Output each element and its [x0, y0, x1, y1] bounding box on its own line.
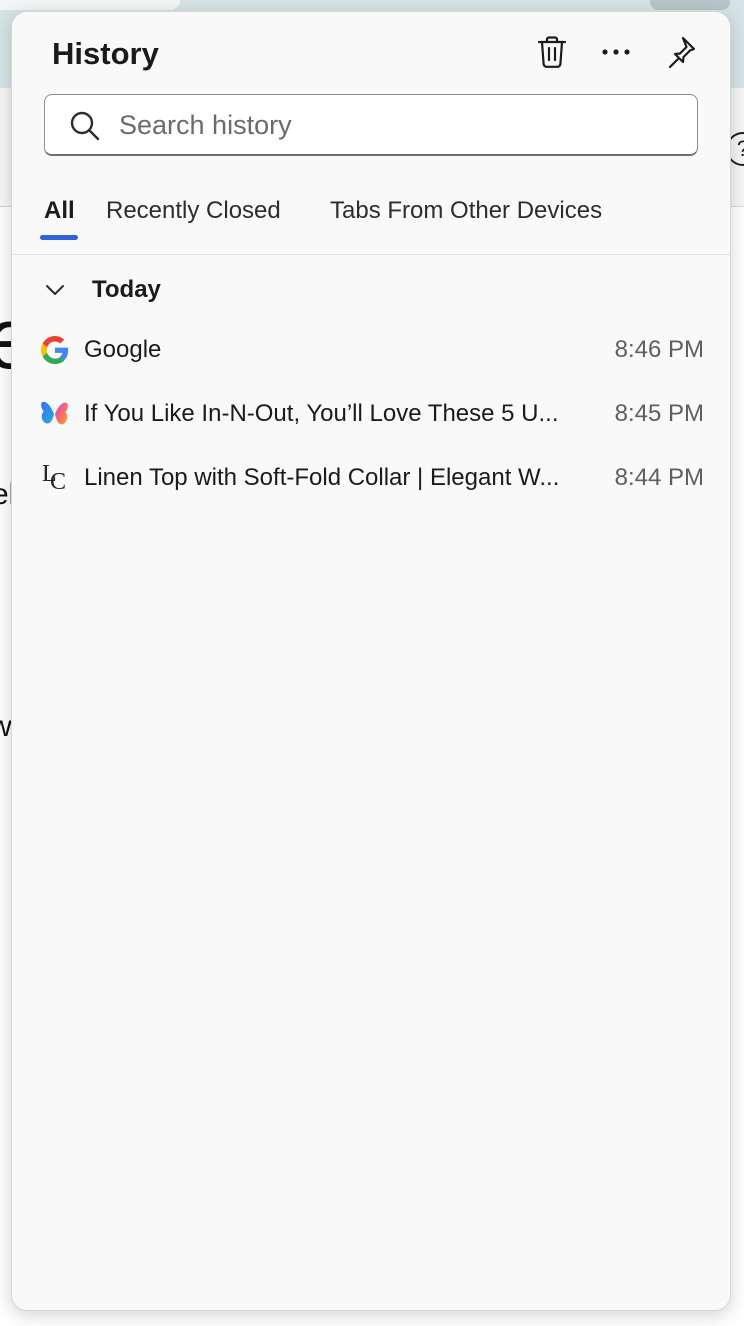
- background-page-text-fragment: w: [0, 710, 12, 743]
- browser-tab[interactable]: [650, 0, 730, 10]
- panel-title: History: [52, 36, 159, 71]
- google-icon: [40, 335, 70, 365]
- history-panel: History All Recently Closed Tabs From Ot…: [11, 11, 731, 1311]
- selected-tab-indicator: [40, 235, 78, 240]
- more-options-icon: [602, 49, 630, 55]
- tab-recently-closed[interactable]: Recently Closed: [106, 196, 281, 226]
- butterfly-icon: [40, 399, 70, 429]
- tab-other-devices[interactable]: Tabs From Other Devices: [330, 196, 602, 226]
- tab-all[interactable]: All: [44, 196, 75, 226]
- history-item-title: Google: [84, 336, 162, 363]
- history-item-time: 8:46 PM: [614, 336, 704, 363]
- history-item-time: 8:44 PM: [614, 464, 704, 491]
- search-box[interactable]: [44, 94, 698, 156]
- history-item-title: If You Like In-N-Out, You’ll Love These …: [84, 400, 559, 427]
- pin-icon: [668, 36, 696, 69]
- group-header-today[interactable]: Today: [40, 270, 161, 310]
- history-tabs: All Recently Closed Tabs From Other Devi…: [12, 188, 730, 255]
- chevron-down-icon[interactable]: [40, 275, 70, 305]
- history-item-time: 8:45 PM: [614, 400, 704, 427]
- more-options-button[interactable]: [594, 30, 638, 74]
- browser-tab[interactable]: [0, 0, 180, 10]
- trash-icon: [537, 36, 567, 68]
- search-input[interactable]: [117, 95, 681, 155]
- history-item[interactable]: LC Linen Top with Soft-Fold Collar | Ele…: [28, 448, 714, 508]
- history-item[interactable]: Google 8:46 PM: [28, 320, 714, 380]
- lc-logo-icon: LC: [42, 461, 67, 495]
- pin-panel-button[interactable]: [658, 30, 702, 74]
- delete-history-button[interactable]: [530, 30, 574, 74]
- history-item-title: Linen Top with Soft-Fold Collar | Elegan…: [84, 464, 560, 491]
- history-item[interactable]: If You Like In-N-Out, You’ll Love These …: [28, 384, 714, 444]
- group-title: Today: [92, 276, 161, 303]
- search-icon: [70, 111, 100, 141]
